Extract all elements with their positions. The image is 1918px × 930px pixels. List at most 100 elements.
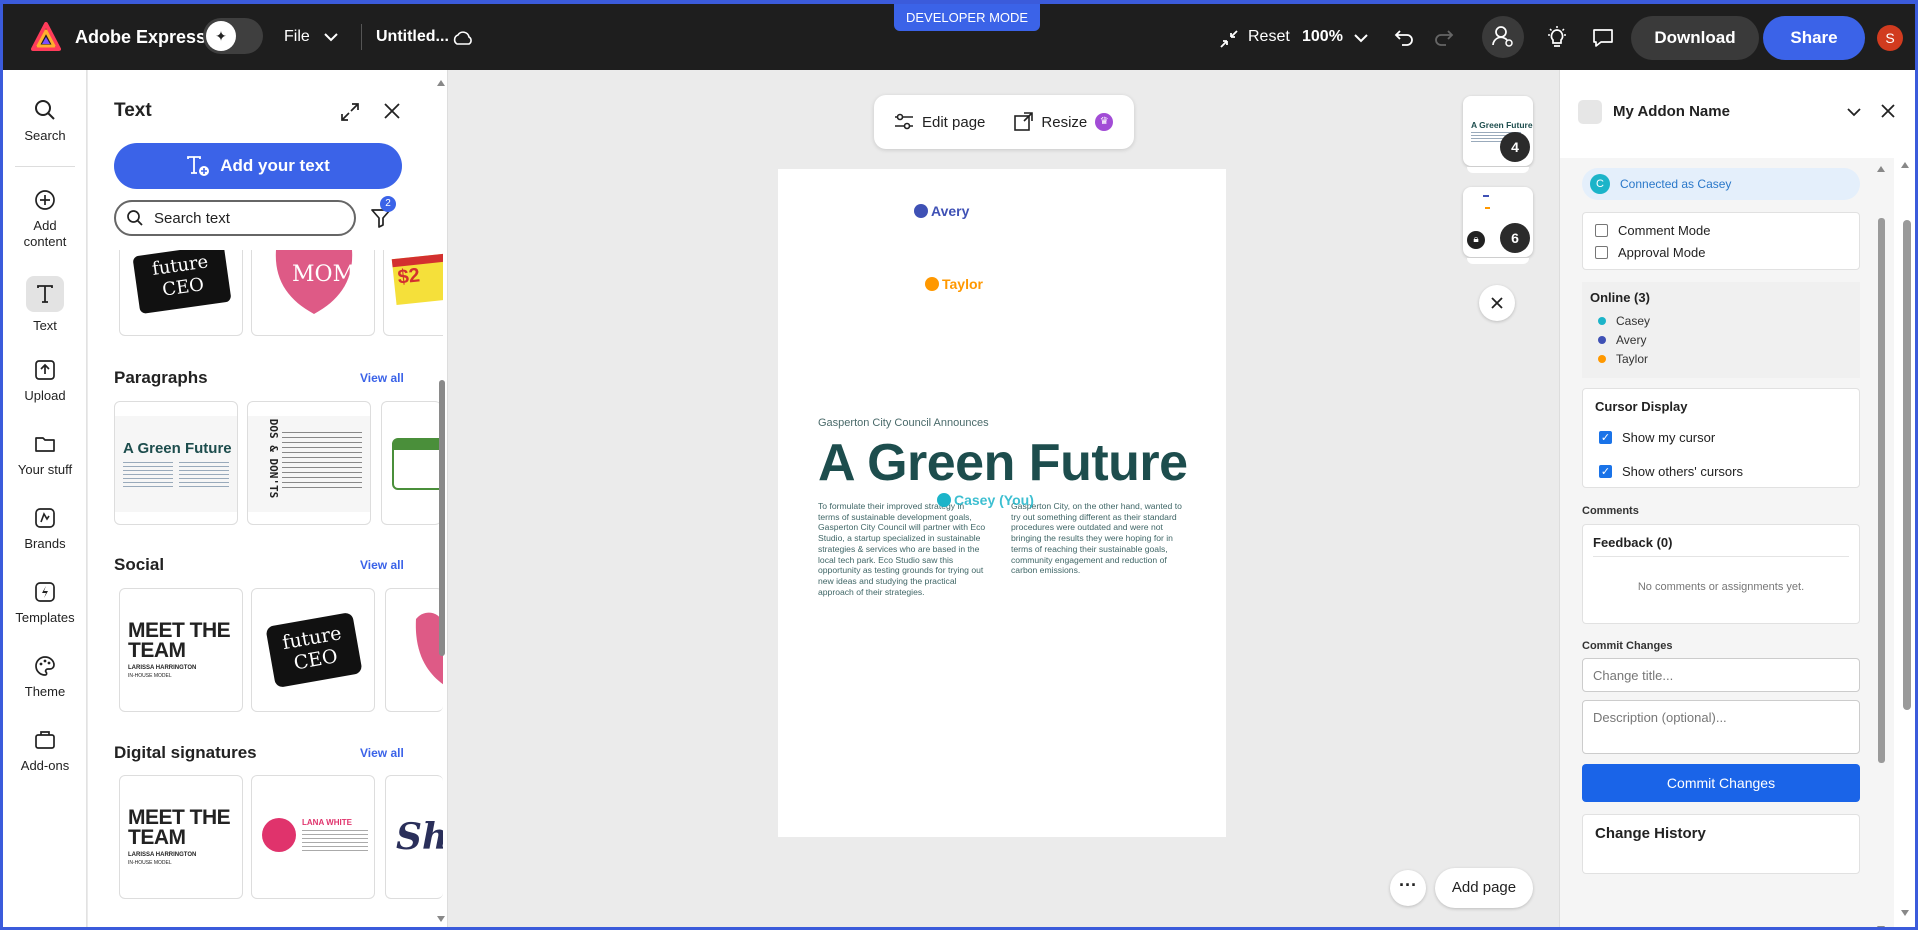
cursor-casey-label: Casey (You) <box>954 492 1034 508</box>
rail-item-add-ons[interactable]: Add-ons <box>3 728 87 773</box>
avatar: C <box>1590 174 1610 194</box>
design-page[interactable]: Avery Taylor Gasperton City Council Anno… <box>778 169 1226 837</box>
page-count-badge: 4 <box>1500 132 1530 162</box>
rail-item-add-content[interactable]: Add content <box>3 188 87 250</box>
checkbox[interactable] <box>1595 245 1608 259</box>
edit-page-button[interactable]: Edit page <box>894 113 985 131</box>
adobe-express-logo-icon[interactable] <box>31 22 61 52</box>
text-panel: Text Add your text Search text 2 future … <box>88 70 448 927</box>
add-page-button[interactable]: Add page <box>1435 868 1533 908</box>
chevron-down-icon[interactable] <box>323 30 339 44</box>
page-headline[interactable]: A Green Future <box>818 433 1188 493</box>
rail-item-search[interactable]: Search <box>3 98 87 143</box>
template-thumb-green-future[interactable]: A Green Future <box>114 401 238 525</box>
zoom-level[interactable]: 100% <box>1302 28 1343 46</box>
page-kicker[interactable]: Gasperton City Council Announces <box>818 417 989 429</box>
thumb-text: MOM <box>292 262 356 287</box>
view-all-social-link[interactable]: View all <box>360 558 404 572</box>
scroll-up-icon[interactable] <box>1876 164 1886 174</box>
text-icon <box>26 276 64 312</box>
thumb-text-block: MEET THE TEAM <box>128 619 231 661</box>
section-title-paragraphs: Paragraphs <box>114 368 208 387</box>
template-thumb-dos-donts[interactable]: DOS & DON'TS <box>247 401 371 525</box>
user-avatar[interactable]: S <box>1877 25 1903 51</box>
commit-changes-button[interactable]: Commit Changes <box>1582 764 1860 802</box>
expand-icon[interactable] <box>340 102 360 122</box>
thumb-text: MEET THE <box>128 619 231 642</box>
show-my-cursor-checkbox[interactable]: ✓ Show my cursor <box>1583 420 1859 454</box>
show-others-cursors-checkbox[interactable]: ✓ Show others' cursors <box>1583 454 1859 488</box>
cloud-icon[interactable] <box>451 30 475 46</box>
avatar <box>262 818 296 852</box>
close-icon[interactable] <box>1880 103 1896 119</box>
page-column-1[interactable]: To formulate their improved strategy in … <box>818 501 986 597</box>
panel-scrollbar-thumb[interactable] <box>439 380 445 656</box>
addon-content: C Connected as Casey Comment Mode Approv… <box>1560 158 1894 930</box>
page-thumb-2[interactable]: 🔒︎ 6 <box>1463 187 1533 257</box>
close-icon[interactable] <box>383 102 401 120</box>
more-options-button[interactable]: ··· <box>1390 870 1426 906</box>
reset-button[interactable]: Reset <box>1248 28 1290 46</box>
download-button[interactable]: Download <box>1631 16 1759 60</box>
online-title: Online (3) <box>1590 290 1650 305</box>
generate-toggle[interactable]: ✦ <box>203 18 263 54</box>
approval-mode-checkbox[interactable]: Approval Mode <box>1583 241 1859 263</box>
scroll-up-icon[interactable] <box>1900 160 1910 170</box>
cursor-avery-dot <box>914 204 928 218</box>
template-thumb-future-ceo[interactable]: future CEO <box>119 250 243 336</box>
template-thumb-price[interactable]: $2 <box>383 250 443 336</box>
resize-button[interactable]: Resize ♛ <box>1013 112 1114 132</box>
template-thumb-future-ceo-2[interactable]: future CEO <box>251 588 375 712</box>
lightbulb-icon[interactable] <box>1546 26 1568 50</box>
template-thumb-signature[interactable]: Sh <box>385 775 443 899</box>
comment-icon[interactable] <box>1591 27 1615 49</box>
search-text-input[interactable]: Search text <box>114 200 356 236</box>
view-all-signatures-link[interactable]: View all <box>360 746 404 760</box>
thumb-text: IN-HOUSE MODEL <box>128 673 172 679</box>
template-thumb-lana-white[interactable]: LANA WHITE <box>251 775 375 899</box>
template-thumb-meet-team[interactable]: MEET THE TEAM LARISSA HARRINGTON IN-HOUS… <box>119 588 243 712</box>
share-button[interactable]: Share <box>1763 16 1865 60</box>
chevron-down-icon[interactable] <box>1846 106 1862 118</box>
page-column-2[interactable]: Gasperton City, on the other hand, wante… <box>1011 501 1186 576</box>
view-all-paragraphs-link[interactable]: View all <box>360 371 404 385</box>
section-title-digital-signatures: Digital signatures <box>114 743 257 762</box>
online-user: Avery <box>1590 330 1852 349</box>
close-pages-button[interactable] <box>1479 285 1515 321</box>
rail-item-upload[interactable]: Upload <box>3 358 87 403</box>
filter-count-badge: 2 <box>380 196 396 212</box>
rail-item-text[interactable]: Text <box>3 276 87 333</box>
rail-item-templates[interactable]: Templates <box>3 580 87 625</box>
comment-mode-checkbox[interactable]: Comment Mode <box>1583 219 1859 241</box>
page-thumb-1[interactable]: A Green Future 4 <box>1463 96 1533 166</box>
rail-item-brands[interactable]: Brands <box>3 506 87 551</box>
scroll-up-icon[interactable] <box>436 78 446 88</box>
rail-item-your-stuff[interactable]: Your stuff <box>3 432 87 477</box>
rail-item-theme[interactable]: Theme <box>3 654 87 699</box>
template-thumb-meet-team-2[interactable]: MEET THE TEAM LARISSA HARRINGTON IN-HOUS… <box>119 775 243 899</box>
connection-status: C Connected as Casey <box>1582 168 1860 200</box>
reset-zoom-icon[interactable] <box>1218 28 1240 50</box>
undo-icon[interactable] <box>1393 28 1415 48</box>
checkbox[interactable] <box>1595 223 1608 237</box>
description-input[interactable]: Description (optional)... <box>1582 700 1860 754</box>
addon-outer-scrollbar-thumb[interactable] <box>1903 220 1911 710</box>
document-title[interactable]: Untitled... <box>376 28 449 46</box>
collaborate-button[interactable] <box>1482 16 1524 58</box>
template-thumb-mom[interactable]: MOM <box>251 250 375 336</box>
redo-icon[interactable] <box>1433 28 1455 48</box>
future-ceo-graphic: future CEO <box>132 250 232 315</box>
scroll-down-icon[interactable] <box>1900 908 1910 918</box>
online-user-name: Casey <box>1616 313 1651 328</box>
scroll-down-icon[interactable] <box>1876 924 1886 930</box>
template-thumb-green-card[interactable] <box>381 401 441 525</box>
chevron-down-icon[interactable] <box>1353 32 1369 44</box>
file-menu[interactable]: File <box>284 28 310 46</box>
checkbox[interactable]: ✓ <box>1599 464 1612 478</box>
scroll-down-icon[interactable] <box>436 914 446 924</box>
add-your-text-button[interactable]: Add your text <box>114 143 402 189</box>
change-title-input[interactable]: Change title... <box>1582 658 1860 692</box>
template-thumb-heart[interactable] <box>385 588 443 712</box>
addon-inner-scrollbar-thumb[interactable] <box>1878 218 1885 763</box>
checkbox[interactable]: ✓ <box>1599 430 1612 444</box>
